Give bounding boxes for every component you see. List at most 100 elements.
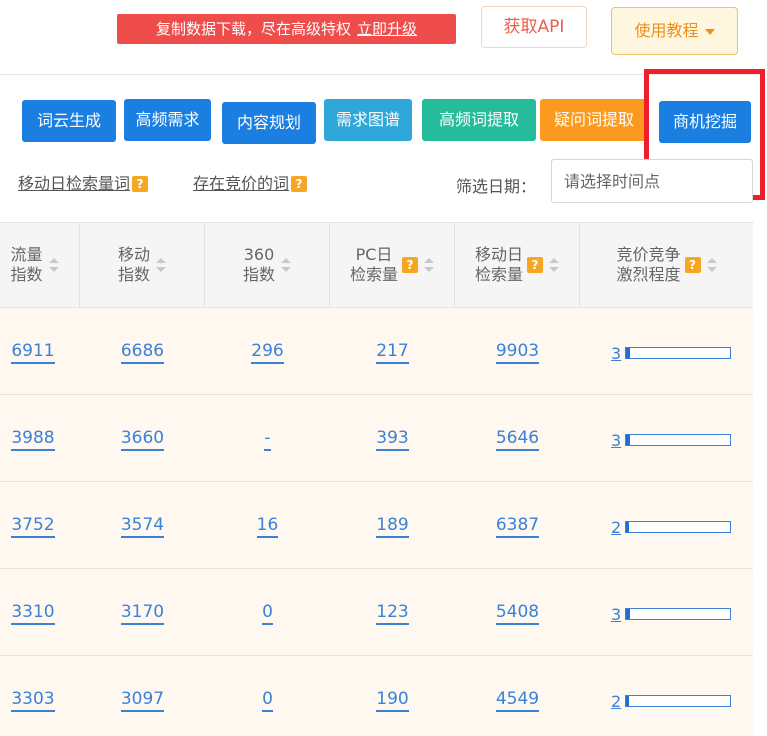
traffic-index-cell: 3310 <box>0 569 80 655</box>
caret-down-icon <box>704 28 715 35</box>
mobile-index-cell: 3170 <box>80 569 205 655</box>
competition-bar <box>625 695 732 707</box>
competition-indicator: 3 <box>611 605 732 624</box>
keyword-table: 流量 指数 移动 指数 360 指数 PC日 检索量? 移动日 检索量? 竞价竞争 激烈程度… <box>0 222 753 736</box>
high-freq-word-extract-button[interactable]: 高频词提取 <box>422 99 536 141</box>
col-mobile-index-label: 移动 指数 <box>117 245 150 284</box>
word-cloud-label: 词云生成 <box>36 111 101 130</box>
index-360-cell: 0 <box>205 656 330 736</box>
help-icon[interactable]: ? <box>132 176 149 192</box>
traffic-index-value[interactable]: 3303 <box>11 689 55 712</box>
pc-daily-search-cell: 190 <box>330 656 455 736</box>
mobile-daily-search-value[interactable]: 9903 <box>495 341 540 364</box>
competition-level-value[interactable]: 3 <box>611 431 621 450</box>
high-freq-demand-label: 高频需求 <box>135 110 200 129</box>
traffic-index-value[interactable]: 3752 <box>11 515 55 538</box>
index-360-value[interactable]: 0 <box>262 602 273 625</box>
competition-bar-fill <box>626 609 631 619</box>
question-word-extract-label: 疑问词提取 <box>553 110 634 129</box>
question-word-extract-button[interactable]: 疑问词提取 <box>540 99 648 141</box>
pc-daily-search-value[interactable]: 123 <box>376 602 409 625</box>
help-icon[interactable]: ? <box>291 176 308 192</box>
demand-graph-button[interactable]: 需求图谱 <box>324 99 412 141</box>
help-icon[interactable]: ? <box>684 257 701 273</box>
high-freq-demand-button[interactable]: 高频需求 <box>124 99 211 141</box>
competition-level-value[interactable]: 2 <box>611 692 621 711</box>
traffic-index-cell: 3988 <box>0 395 80 481</box>
mobile-daily-search-cell: 6387 <box>455 482 580 568</box>
col-bid-competition[interactable]: 竞价竞争 激烈程度? <box>580 223 753 307</box>
mobile-index-cell: 3574 <box>80 482 205 568</box>
sort-icon[interactable] <box>156 257 166 273</box>
tutorial-dropdown-button[interactable]: 使用教程 <box>611 7 738 55</box>
get-api-button[interactable]: 获取API <box>481 6 587 48</box>
mobile-daily-search-value[interactable]: 6387 <box>495 515 540 538</box>
mobile-index-value[interactable]: 3170 <box>120 602 165 625</box>
competition-level-value[interactable]: 2 <box>611 518 621 537</box>
col-360-index[interactable]: 360 指数 <box>205 223 330 307</box>
col-traffic-index[interactable]: 流量 指数 <box>0 223 80 307</box>
mobile-daily-search-cell: 9903 <box>455 308 580 394</box>
competition-bar <box>625 347 732 359</box>
competition-bar-fill <box>626 348 631 358</box>
competition-indicator: 2 <box>611 518 732 537</box>
index-360-cell: 0 <box>205 569 330 655</box>
mobile-index-value[interactable]: 6686 <box>120 341 165 364</box>
bid-words-link[interactable]: 存在竞价的词? <box>193 170 308 194</box>
col-mobile-daily-search[interactable]: 移动日 检索量? <box>455 223 580 307</box>
pc-daily-search-cell: 393 <box>330 395 455 481</box>
pc-daily-search-value[interactable]: 217 <box>376 341 409 364</box>
mobile-daily-search-value[interactable]: 4549 <box>495 689 540 712</box>
sort-icon[interactable] <box>48 257 59 273</box>
competition-indicator: 3 <box>611 344 732 363</box>
competition-level-value[interactable]: 3 <box>611 344 621 363</box>
mobile-daily-search-cell: 4549 <box>455 656 580 736</box>
date-picker-input[interactable] <box>551 159 753 203</box>
col-pc-daily-search-label: PC日 检索量 <box>349 245 398 284</box>
sort-icon[interactable] <box>706 257 717 273</box>
mobile-search-words-label: 移动日检索量词 <box>18 174 131 193</box>
index-360-cell: 16 <box>205 482 330 568</box>
content-planning-button[interactable]: 内容规划 <box>222 102 316 144</box>
col-mobile-daily-search-label: 移动日 检索量 <box>474 245 523 284</box>
mobile-daily-search-cell: 5646 <box>455 395 580 481</box>
pc-daily-search-value[interactable]: 189 <box>376 515 409 538</box>
pc-daily-search-cell: 123 <box>330 569 455 655</box>
pc-daily-search-value[interactable]: 190 <box>376 689 409 712</box>
traffic-index-value[interactable]: 3310 <box>11 602 55 625</box>
index-360-value[interactable]: 16 <box>256 515 279 538</box>
word-cloud-button[interactable]: 词云生成 <box>22 100 116 142</box>
help-icon[interactable]: ? <box>527 257 543 273</box>
sort-icon[interactable] <box>549 257 559 273</box>
traffic-index-value[interactable]: 3988 <box>11 428 55 451</box>
index-360-cell: 296 <box>205 308 330 394</box>
index-360-value[interactable]: - <box>264 428 271 451</box>
mobile-search-words-link[interactable]: 移动日检索量词? <box>18 170 149 194</box>
mobile-index-value[interactable]: 3574 <box>120 515 165 538</box>
upgrade-now-link[interactable]: 立即升级 <box>357 20 417 38</box>
sort-icon[interactable] <box>424 257 434 273</box>
mobile-index-value[interactable]: 3097 <box>120 689 165 712</box>
traffic-index-value[interactable]: 6911 <box>11 341 55 364</box>
col-traffic-index-label: 流量 指数 <box>10 245 43 284</box>
mobile-daily-search-value[interactable]: 5408 <box>495 602 540 625</box>
sort-icon[interactable] <box>281 257 291 273</box>
mobile-daily-search-value[interactable]: 5646 <box>495 428 540 451</box>
table-row: 3310 3170 0 123 5408 3 <box>0 569 753 656</box>
mobile-index-value[interactable]: 3660 <box>120 428 165 451</box>
col-pc-daily-search[interactable]: PC日 检索量? <box>330 223 455 307</box>
col-mobile-index[interactable]: 移动 指数 <box>80 223 205 307</box>
traffic-index-cell: 6911 <box>0 308 80 394</box>
mobile-index-cell: 3097 <box>80 656 205 736</box>
help-icon[interactable]: ? <box>402 257 418 273</box>
index-360-value[interactable]: 0 <box>262 689 273 712</box>
demand-graph-label: 需求图谱 <box>335 110 400 129</box>
competition-indicator: 3 <box>611 431 732 450</box>
table-row: 3752 3574 16 189 6387 2 <box>0 482 753 569</box>
pc-daily-search-value[interactable]: 393 <box>376 428 409 451</box>
date-filter-label: 筛选日期： <box>456 177 537 196</box>
tutorial-label: 使用教程 <box>634 21 699 40</box>
competition-bar <box>625 608 732 620</box>
index-360-value[interactable]: 296 <box>251 341 284 364</box>
competition-level-value[interactable]: 3 <box>611 605 621 624</box>
